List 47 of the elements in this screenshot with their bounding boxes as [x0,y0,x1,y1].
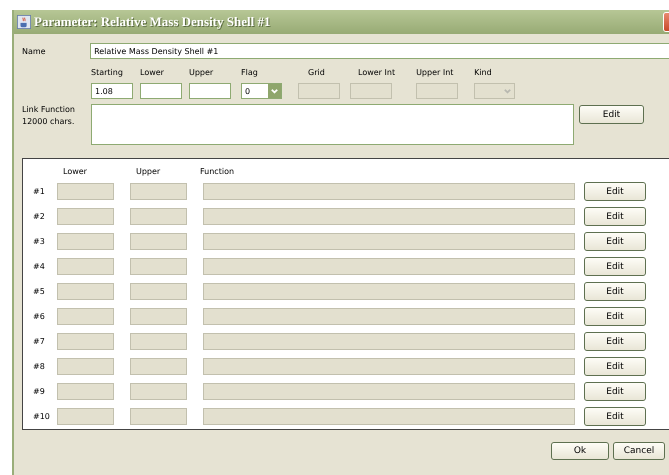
link-function-label: Link Function [22,105,76,114]
param-label: Lower [140,68,165,78]
param-label: Upper [189,68,214,78]
row-label: #3 [32,237,46,246]
edit-button[interactable]: Edit [584,257,646,276]
edit-button[interactable]: Edit [584,382,646,401]
edit-button[interactable]: Edit [584,282,646,301]
param-label: Kind [474,68,493,78]
row-label: #10 [32,412,51,421]
link-function-label: 12000 chars. [22,117,76,126]
row-label: #4 [32,262,46,271]
param-label: Upper Int [416,68,454,78]
row-label: #2 [32,212,46,221]
cancel-button[interactable]: Cancel [613,442,665,460]
param-label: Flag [241,68,259,78]
edit-button[interactable]: Edit [579,105,644,124]
param-label: Starting [91,68,124,78]
text-area[interactable] [91,104,574,145]
column-header: Lower [62,167,88,176]
coffee-cup-icon [17,15,31,29]
row-label: #9 [32,387,46,396]
column-header: Function [200,167,234,176]
edit-button[interactable]: Edit [584,357,646,376]
row-label: #5 [32,287,46,296]
edit-button[interactable]: Edit [584,307,646,326]
row-label: #8 [32,362,46,371]
param-label: Lower Int [357,68,396,78]
input-field[interactable] [140,83,182,99]
name-label: Name [22,46,47,56]
param-label: Grid [307,68,326,78]
chevron-down-icon [503,86,512,96]
ok-button[interactable]: Ok [551,442,609,460]
chevron-down-icon [270,86,279,96]
edit-button[interactable]: Edit [584,182,646,201]
name-field[interactable]: Relative Mass Density Shell #1 [90,43,669,59]
input-field[interactable] [189,83,231,99]
row-label: #6 [32,312,46,321]
edit-button[interactable]: Edit [584,407,646,426]
edit-button[interactable]: Edit [584,232,646,251]
input-field[interactable]: 1.08 [91,83,133,99]
row-label: #1 [32,187,46,196]
window-title: Parameter: Relative Mass Density Shell #1 [34,14,270,30]
row-label: #7 [32,337,46,346]
edit-button[interactable]: Edit [584,332,646,351]
edit-button[interactable]: Edit [584,207,646,226]
dropdown[interactable]: 0 [241,83,282,99]
column-header: Upper [135,167,162,176]
